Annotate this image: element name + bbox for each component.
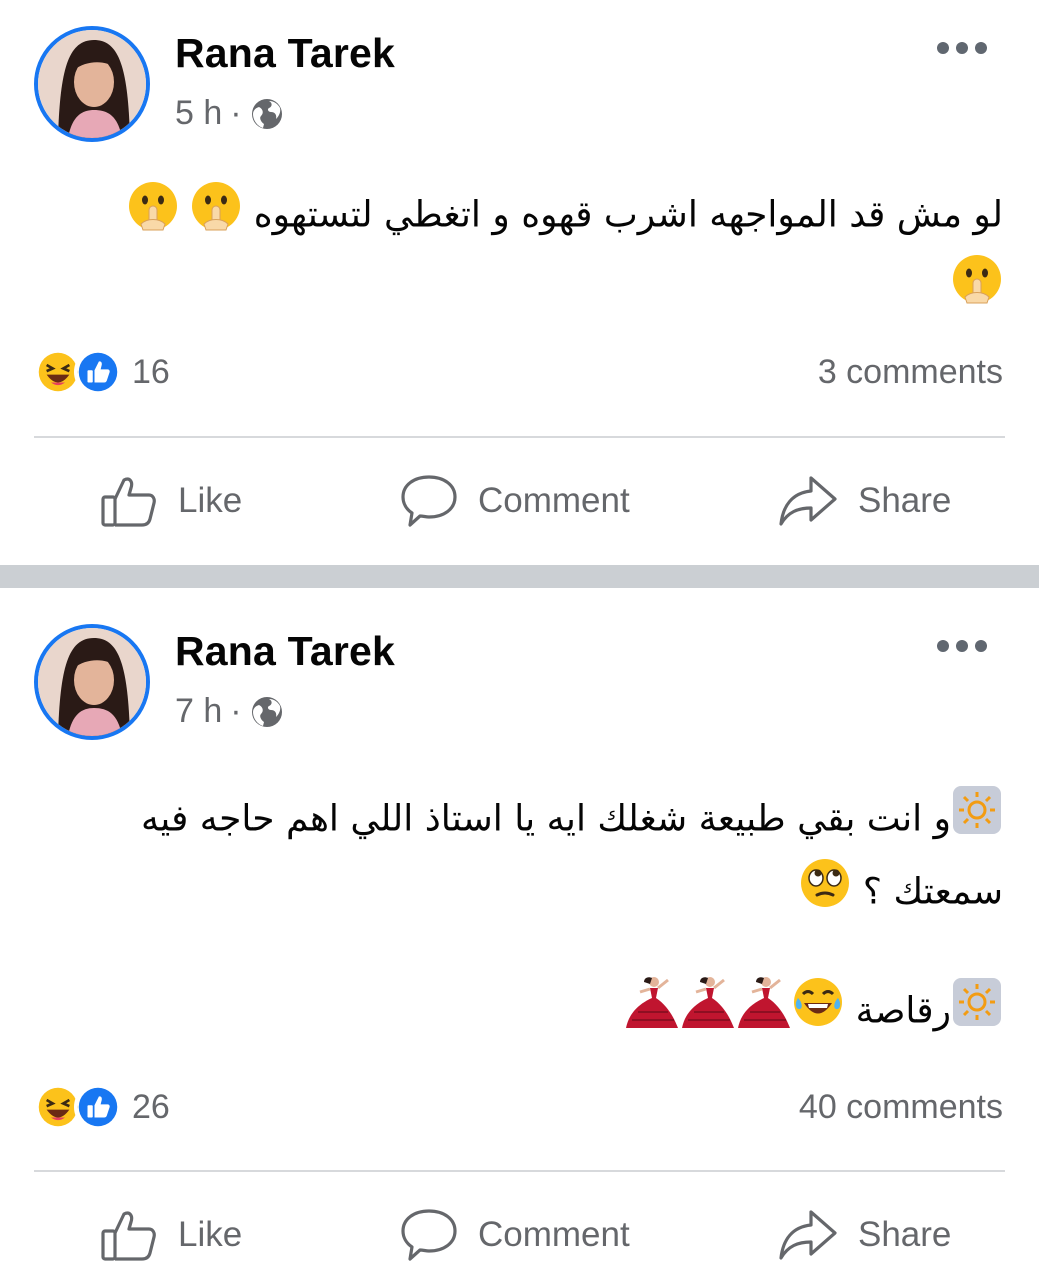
divider xyxy=(34,1170,1005,1172)
post-text-line: لو مش قد المواجهه اشرب قهوه و اتغطي لتست… xyxy=(33,180,1003,253)
dancer-icon xyxy=(624,974,680,1051)
post-time[interactable]: 5 h xyxy=(175,94,222,133)
post-text-spacer xyxy=(33,930,1003,974)
post-card: Rana Tarek 5 h · لو مش قد المواجهه اشرب … xyxy=(0,0,1039,565)
share-label: Share xyxy=(858,481,952,520)
like-label: Like xyxy=(178,481,243,520)
divider xyxy=(34,436,1005,438)
post-time[interactable]: 7 h xyxy=(175,692,222,731)
more-options-icon[interactable] xyxy=(937,636,987,656)
post-text-content: و انت بقي طبيعة شغلك ايه يا استاذ اللي ا… xyxy=(140,798,951,840)
globe-icon[interactable] xyxy=(250,97,284,131)
shushing-face-icon xyxy=(190,180,242,253)
post-text-content: لو مش قد المواجهه اشرب قهوه و اتغطي لتست… xyxy=(253,194,1003,236)
feed-separator xyxy=(0,565,1039,588)
globe-icon[interactable] xyxy=(250,695,284,729)
meta-separator: · xyxy=(230,94,242,132)
reactions-summary[interactable]: 16 xyxy=(34,348,170,396)
like-reaction-icon xyxy=(74,348,122,396)
post-text: و انت بقي طبيعة شغلك ايه يا استاذ اللي ا… xyxy=(33,784,1003,1051)
shushing-face-icon xyxy=(127,180,179,253)
author-name[interactable]: Rana Tarek xyxy=(175,628,395,675)
comment-label: Comment xyxy=(478,481,630,520)
dancer-icon xyxy=(680,974,736,1051)
like-button[interactable]: Like xyxy=(100,472,242,530)
meta-separator: · xyxy=(230,692,242,730)
like-button[interactable]: Like xyxy=(100,1206,242,1264)
sun-box-icon xyxy=(951,784,1003,857)
post-text: لو مش قد المواجهه اشرب قهوه و اتغطي لتست… xyxy=(33,180,1003,326)
post-text-line: سمعتك ؟ xyxy=(33,857,1003,930)
share-label: Share xyxy=(858,1215,952,1254)
thumbs-up-icon xyxy=(101,1211,156,1261)
share-button[interactable]: Share xyxy=(778,1206,951,1264)
post-card: Rana Tarek 7 h · و انت بقي طبيعة شغلك اي… xyxy=(0,588,1039,1280)
share-button[interactable]: Share xyxy=(778,472,951,530)
share-arrow-icon xyxy=(779,476,837,526)
like-label: Like xyxy=(178,1215,243,1254)
speech-bubble-icon xyxy=(401,1209,457,1261)
reaction-count: 26 xyxy=(132,1087,170,1126)
tears-of-joy-icon xyxy=(792,976,844,1049)
speech-bubble-icon xyxy=(401,475,457,527)
post-text-content: سمعتك ؟ xyxy=(862,871,1003,913)
sun-box-icon xyxy=(951,976,1003,1049)
post-text-line xyxy=(33,253,1003,326)
dancer-icon xyxy=(736,974,792,1051)
reaction-count: 16 xyxy=(132,352,170,391)
post-text-line: رقاصة xyxy=(33,974,1003,1051)
avatar[interactable] xyxy=(34,26,150,142)
post-meta: 7 h · xyxy=(175,692,284,731)
comment-button[interactable]: Comment xyxy=(400,472,630,530)
comments-count[interactable]: 40 comments xyxy=(799,1088,1003,1127)
rolling-eyes-icon xyxy=(799,857,851,930)
shushing-face-icon xyxy=(951,253,1003,326)
avatar[interactable] xyxy=(34,624,150,740)
comment-button[interactable]: Comment xyxy=(400,1206,630,1264)
post-text-line: و انت بقي طبيعة شغلك ايه يا استاذ اللي ا… xyxy=(33,784,1003,857)
thumbs-up-icon xyxy=(101,477,156,527)
post-meta: 5 h · xyxy=(175,94,284,133)
comments-count[interactable]: 3 comments xyxy=(818,353,1003,392)
reactions-summary[interactable]: 26 xyxy=(34,1083,170,1131)
more-options-icon[interactable] xyxy=(937,38,987,58)
post-text-content: رقاصة xyxy=(855,990,951,1032)
comment-label: Comment xyxy=(478,1215,630,1254)
author-name[interactable]: Rana Tarek xyxy=(175,30,395,77)
share-arrow-icon xyxy=(779,1210,837,1260)
like-reaction-icon xyxy=(74,1083,122,1131)
